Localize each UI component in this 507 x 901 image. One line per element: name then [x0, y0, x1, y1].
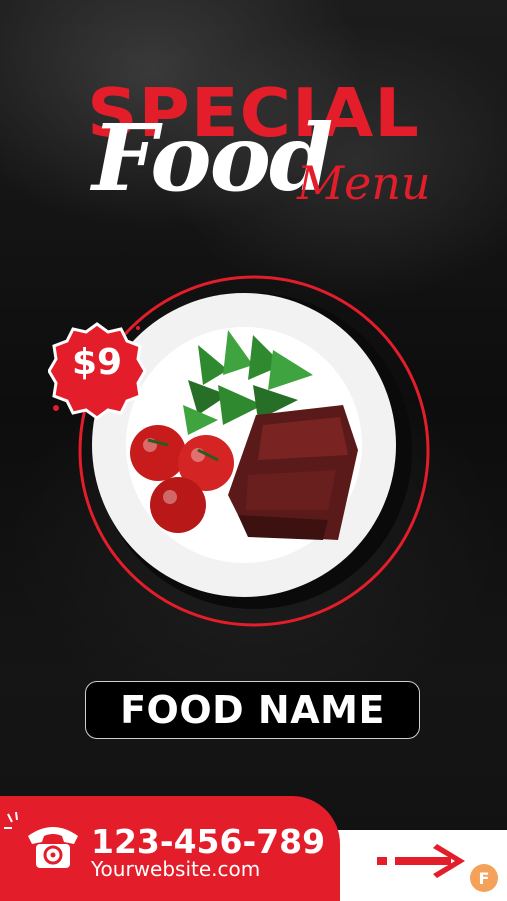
title-food: Food [92, 104, 333, 212]
sparkle-icon [4, 812, 18, 829]
arrow-right-icon[interactable] [377, 842, 467, 880]
brand-logo-letter: F [478, 868, 490, 888]
website-link[interactable]: Yourwebsite.com [91, 857, 260, 881]
title-menu: Menu [297, 156, 431, 210]
phone-number[interactable]: 123-456-789 [91, 822, 325, 861]
food-name-box: FOOD NAME [85, 681, 420, 739]
price-label: $9 [71, 342, 123, 383]
brand-logo-icon: F [470, 864, 498, 892]
phone-icon [28, 827, 78, 868]
food-name: FOOD NAME [120, 688, 385, 732]
